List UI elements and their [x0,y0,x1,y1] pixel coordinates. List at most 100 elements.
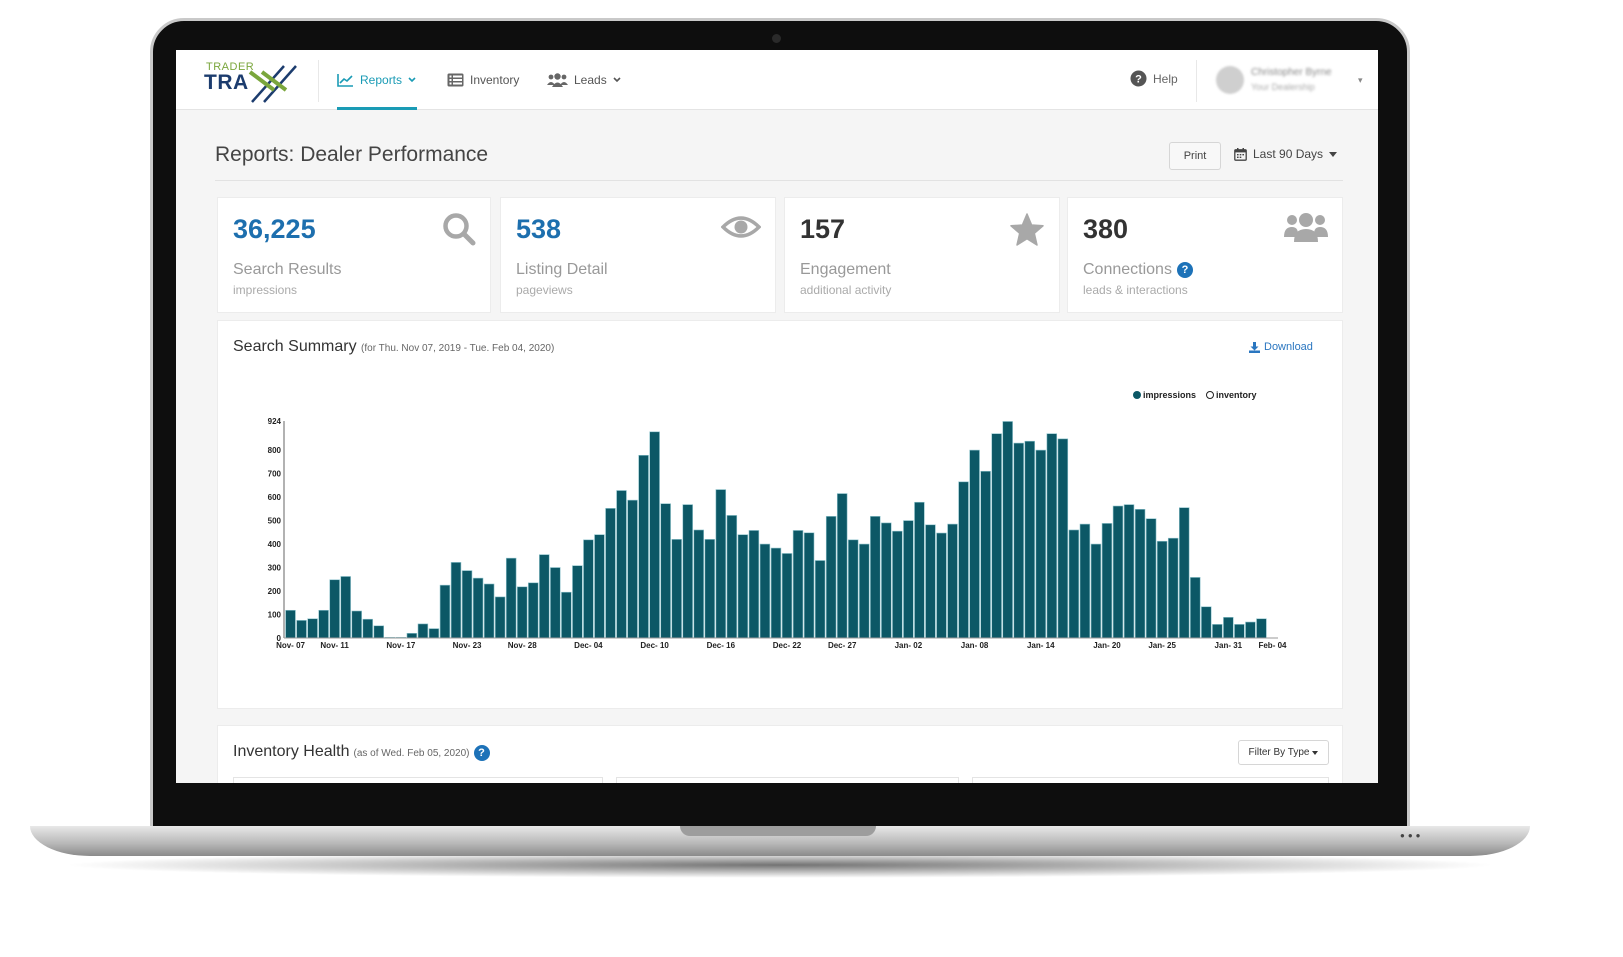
bar-impressions [1046,433,1058,639]
bar-impressions [1167,537,1179,639]
avatar[interactable] [1216,66,1244,94]
svg-text:?: ? [1135,74,1142,86]
x-tick-label: Jan- 31 [1215,641,1243,650]
bar-impressions [1079,523,1091,639]
bar-impressions [285,609,296,639]
bar-impressions [638,454,649,639]
x-tick-label: Dec- 22 [773,641,802,650]
inventory-health-title: Inventory Health (as of Wed. Feb 05, 202… [233,743,490,761]
camera-icon [772,34,781,43]
bar-impressions [969,449,980,639]
bar-impressions [914,501,925,639]
app-screen: TRADER TRA Reports Inventory Leads ? Hel… [176,50,1378,783]
inventory-box [233,777,603,783]
logo-x-mark-icon [248,65,297,103]
nav-inventory[interactable]: Inventory [447,70,519,90]
date-range-dropdown[interactable]: Last 90 Days [1234,147,1338,161]
indicator-lights: ●●● [1400,831,1424,840]
nav-leads[interactable]: Leads [547,70,621,90]
stat-label: Connections ? [1083,261,1193,279]
nav-reports-label: Reports [360,73,403,87]
bar-impressions [792,530,804,639]
user-dealership: Your Dealership [1251,82,1315,92]
bar-impressions [814,560,826,639]
bar-impressions [1178,507,1190,639]
bar-impressions [660,503,671,639]
active-tab-indicator [337,107,417,110]
y-tick-label: 700 [268,470,282,479]
bar-impressions [296,620,307,639]
help-link[interactable]: ? Help [1130,70,1178,87]
bar-impressions [671,539,682,639]
logo-text-bottom: TRA [204,71,249,94]
bar-impressions [428,628,440,639]
bar-impressions [781,553,793,639]
x-tick-label: Nov- 11 [320,641,349,650]
bar-impressions [947,523,958,639]
eye-icon [721,216,761,238]
bar-impressions [472,577,484,639]
search-icon [443,213,476,246]
chevron-down-icon [408,77,416,83]
bar-impressions [649,431,660,639]
bar-impressions [605,508,616,639]
x-tick-label: Jan- 08 [961,641,989,650]
bar-impressions [561,591,572,639]
bar-impressions [958,481,969,639]
help-icon[interactable]: ? [1176,262,1193,278]
user-name[interactable]: Christopher Byrne [1251,67,1332,78]
print-button[interactable]: Print [1169,142,1221,170]
date-range-label: Last 90 Days [1253,147,1324,161]
users-icon [547,73,568,87]
bar-impressions [1145,518,1157,639]
x-tick-label: Jan- 25 [1148,641,1176,650]
stat-label: Search Results [233,261,342,279]
search-summary-panel: Search Summary (for Thu. Nov 07, 2019 - … [217,320,1343,709]
y-tick-label: 200 [268,587,282,596]
stat-card-search-results: 36,225 Search Results impressions [217,197,491,313]
x-tick-label: Jan- 02 [895,641,923,650]
stat-value: 380 [1083,214,1129,244]
bar-impressions [450,562,462,639]
inventory-box [972,777,1329,783]
bar-impressions [1212,624,1223,639]
list-icon [447,73,464,87]
bar-impressions [1134,509,1146,639]
bar-impressions [351,610,362,639]
bar-impressions [1024,440,1035,639]
bar-impressions [483,583,495,639]
help-icon[interactable]: ? [473,745,490,761]
stat-label-text: Listing Detail [516,261,608,278]
filter-by-type-dropdown[interactable]: Filter By Type [1238,740,1329,765]
bar-impressions [1013,442,1024,639]
bar-impressions [373,625,385,639]
bar-impressions [340,576,351,639]
bar-impressions [847,539,859,639]
y-tick-label: 100 [268,611,282,620]
bar-impressions [748,530,760,639]
x-tick-label: Dec- 27 [828,641,857,650]
stat-value: 157 [800,214,846,244]
y-tick-label: 600 [268,493,282,502]
laptop-frame: ●●● TRADER TRA Reports Inventory Leads ?… [0,0,1623,957]
inventory-box [616,777,959,783]
bar-impressions [494,596,506,639]
bar-impressions [307,618,318,639]
stat-sublabel: pageviews [516,283,573,297]
bar-impressions [516,586,528,639]
tradertraxx-logo[interactable]: TRADER TRA [204,60,299,104]
help-label: Help [1153,71,1178,86]
bar-impressions [693,529,704,639]
user-menu-caret-icon[interactable]: ▾ [1358,75,1363,86]
title-divider [215,180,1343,181]
bar-impressions [1201,606,1212,639]
bar-impressions [859,543,870,639]
bar-impressions [980,470,991,639]
top-navbar: TRADER TRA Reports Inventory Leads ? Hel… [176,50,1378,110]
stat-label-text: Engagement [800,261,891,278]
bar-impressions [704,539,716,639]
bar-impressions [1245,621,1256,639]
nav-reports[interactable]: Reports [337,70,416,90]
filter-label: Filter By Type [1248,747,1310,758]
bar-impressions [759,543,771,639]
